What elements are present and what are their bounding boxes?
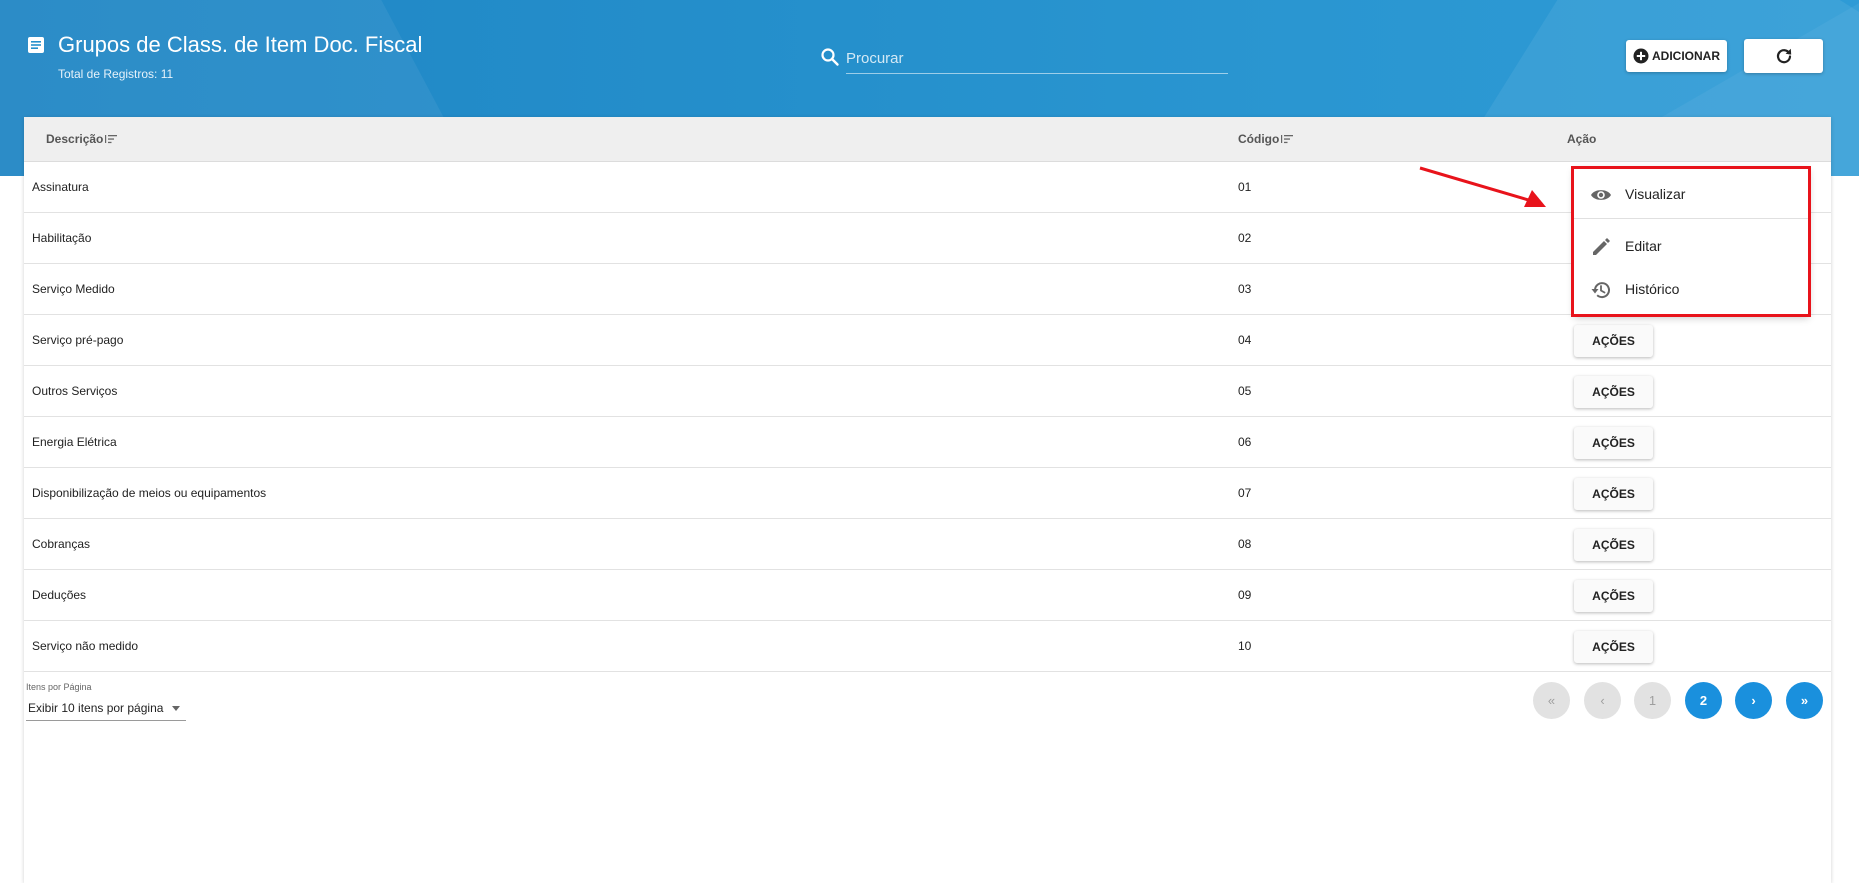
actions-menu: Visualizar Editar Histórico <box>1574 168 1809 316</box>
total-records: Total de Registros: 11 <box>58 67 174 81</box>
search-bar <box>820 44 1230 74</box>
cell-codigo: 02 <box>1238 231 1252 245</box>
actions-button[interactable]: AÇÕES <box>1574 427 1653 459</box>
cell-codigo: 04 <box>1238 333 1252 347</box>
cell-codigo: 10 <box>1238 639 1252 653</box>
cell-descricao: Energia Elétrica <box>32 435 117 449</box>
history-icon <box>1591 282 1610 299</box>
cell-descricao: Assinatura <box>32 180 89 194</box>
cell-descricao: Habilitação <box>32 231 92 245</box>
items-per-page-label: Itens por Página <box>26 682 92 692</box>
sort-icon <box>1281 135 1294 144</box>
table-row: Habilitação 02 <box>24 213 1831 264</box>
page-button-1[interactable]: 1 <box>1634 682 1671 719</box>
table-row: Disponibilização de meios ou equipamento… <box>24 468 1831 519</box>
actions-button[interactable]: AÇÕES <box>1574 376 1653 408</box>
plus-circle-icon <box>1633 48 1649 64</box>
column-header-acao: Ação <box>1567 132 1597 146</box>
cell-descricao: Serviço pré-pago <box>32 333 124 347</box>
page-title: Grupos de Class. de Item Doc. Fiscal <box>58 32 423 57</box>
table-header: Descrição Código Ação <box>24 117 1831 162</box>
first-page-button[interactable]: « <box>1533 682 1570 719</box>
table-row: Deduções 09 AÇÕES <box>24 570 1831 621</box>
eye-icon <box>1591 190 1611 200</box>
actions-button[interactable]: AÇÕES <box>1574 529 1653 561</box>
table-row: Serviço não medido 10 AÇÕES <box>24 621 1831 672</box>
actions-button[interactable]: AÇÕES <box>1574 478 1653 510</box>
table-row: Energia Elétrica 06 AÇÕES <box>24 417 1831 468</box>
menu-item-historico[interactable]: Histórico <box>1574 269 1809 309</box>
cell-descricao: Serviço não medido <box>32 639 139 653</box>
cell-descricao: Disponibilização de meios ou equipamento… <box>32 486 267 500</box>
sort-icon <box>105 135 118 144</box>
table-row: Serviço Medido 03 <box>24 264 1831 315</box>
next-page-button[interactable]: › <box>1735 682 1772 719</box>
cell-descricao: Cobranças <box>32 537 91 551</box>
refresh-icon <box>1776 48 1791 64</box>
cell-codigo: 05 <box>1238 384 1252 398</box>
actions-button[interactable]: AÇÕES <box>1574 631 1653 663</box>
last-page-button[interactable]: » <box>1786 682 1823 719</box>
search-icon <box>821 48 839 66</box>
items-per-page-select[interactable]: Exibir 10 itens por página <box>26 695 186 721</box>
table-row: Serviço pré-pago 04 AÇÕES <box>24 315 1831 366</box>
cell-descricao: Serviço Medido <box>32 282 115 296</box>
cell-codigo: 09 <box>1238 588 1252 602</box>
menu-item-visualizar[interactable]: Visualizar <box>1574 174 1809 214</box>
cell-codigo: 03 <box>1238 282 1252 296</box>
add-button-label: ADICIONAR <box>1652 49 1720 63</box>
cell-codigo: 07 <box>1238 486 1252 500</box>
page-button-2[interactable]: 2 <box>1685 682 1722 719</box>
actions-button[interactable]: AÇÕES <box>1574 325 1653 357</box>
data-table-card: Descrição Código Ação Assinatura 01 Habi… <box>24 117 1831 883</box>
menu-divider <box>1574 218 1809 219</box>
table-row: Outros Serviços 05 AÇÕES <box>24 366 1831 417</box>
menu-item-editar[interactable]: Editar <box>1574 226 1809 266</box>
add-button[interactable]: ADICIONAR <box>1626 40 1727 72</box>
column-header-codigo[interactable]: Código <box>1238 132 1294 146</box>
actions-button[interactable]: AÇÕES <box>1574 580 1653 612</box>
refresh-button[interactable] <box>1744 39 1823 73</box>
column-header-descricao[interactable]: Descrição <box>46 132 118 146</box>
cell-codigo: 08 <box>1238 537 1252 551</box>
cell-descricao: Deduções <box>32 588 87 602</box>
table-row: Cobranças 08 AÇÕES <box>24 519 1831 570</box>
cell-descricao: Outros Serviços <box>32 384 118 398</box>
pencil-icon <box>1593 238 1610 255</box>
cell-codigo: 01 <box>1238 180 1252 194</box>
prev-page-button[interactable]: ‹ <box>1584 682 1621 719</box>
document-icon <box>28 37 44 53</box>
table-row: Assinatura 01 <box>24 162 1831 213</box>
caret-down-icon <box>172 706 180 711</box>
search-input[interactable] <box>846 44 1228 74</box>
cell-codigo: 06 <box>1238 435 1252 449</box>
